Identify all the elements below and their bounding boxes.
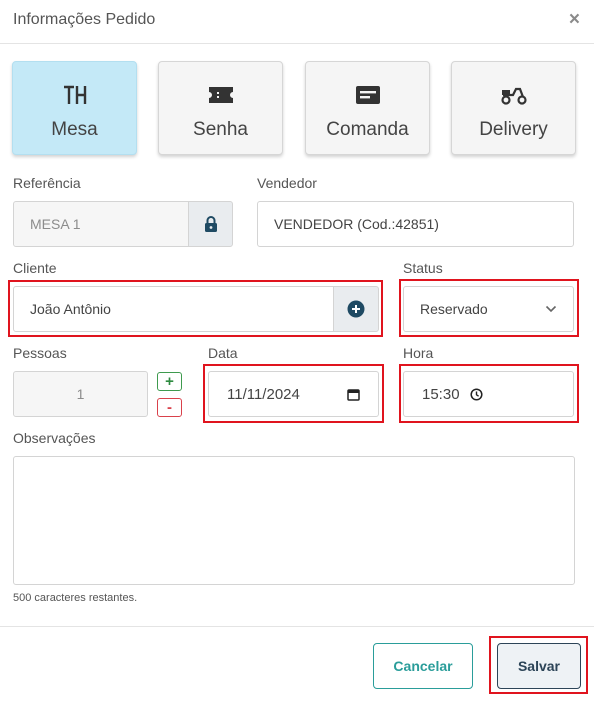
vendedor-value: VENDEDOR (Cod.:42851) bbox=[274, 216, 439, 232]
observacoes-label: Observações bbox=[13, 430, 96, 446]
data-label: Data bbox=[208, 345, 238, 361]
vendedor-label: Vendedor bbox=[257, 175, 317, 191]
plus-circle-icon bbox=[347, 300, 365, 318]
pessoas-label: Pessoas bbox=[13, 345, 67, 361]
status-label: Status bbox=[403, 260, 443, 276]
referencia-label: Referência bbox=[13, 175, 81, 191]
cliente-field[interactable]: João Antônio bbox=[13, 286, 334, 332]
lock-button[interactable] bbox=[188, 201, 233, 247]
dialog-header: Informações Pedido × bbox=[0, 0, 594, 44]
referencia-value: MESA 1 bbox=[30, 216, 81, 232]
status-value: Reservado bbox=[420, 301, 488, 317]
card-icon bbox=[306, 82, 429, 108]
hora-field[interactable]: 15:30 bbox=[403, 371, 574, 417]
vendedor-field[interactable]: VENDEDOR (Cod.:42851) bbox=[257, 201, 574, 247]
add-cliente-button[interactable] bbox=[333, 286, 379, 332]
type-card-mesa[interactable]: Mesa bbox=[12, 61, 137, 155]
type-card-comanda[interactable]: Comanda bbox=[305, 61, 430, 155]
pessoas-value: 1 bbox=[76, 386, 85, 402]
type-card-delivery[interactable]: Delivery bbox=[451, 61, 576, 155]
footer-divider bbox=[0, 626, 594, 627]
clock-icon[interactable] bbox=[469, 387, 483, 401]
pessoas-decrement-button[interactable]: - bbox=[157, 398, 182, 417]
close-icon[interactable]: × bbox=[569, 10, 580, 30]
cliente-value: João Antônio bbox=[30, 301, 111, 317]
referencia-field: MESA 1 bbox=[13, 201, 189, 247]
chevron-down-icon bbox=[545, 305, 557, 313]
type-card-label: Comanda bbox=[326, 119, 409, 140]
cancel-button[interactable]: Cancelar bbox=[373, 643, 473, 689]
type-card-label: Senha bbox=[193, 119, 248, 140]
lock-icon bbox=[204, 215, 217, 232]
table-icon bbox=[13, 82, 136, 108]
dialog-title: Informações Pedido bbox=[13, 11, 156, 28]
type-card-senha[interactable]: Senha bbox=[158, 61, 283, 155]
remaining-chars: 500 caracteres restantes. bbox=[13, 592, 138, 604]
data-field[interactable]: 11/11/2024 bbox=[208, 371, 379, 417]
hora-label: Hora bbox=[403, 345, 434, 361]
calendar-icon[interactable] bbox=[347, 388, 360, 401]
save-button[interactable]: Salvar bbox=[497, 643, 581, 689]
type-card-label: Delivery bbox=[479, 119, 548, 140]
type-card-label: Mesa bbox=[51, 119, 98, 140]
pessoas-field: 1 bbox=[13, 371, 148, 417]
data-value: 11/11/2024 bbox=[227, 385, 300, 403]
scooter-icon bbox=[452, 82, 575, 108]
observacoes-textarea[interactable] bbox=[13, 456, 575, 585]
pessoas-increment-button[interactable]: + bbox=[157, 372, 182, 391]
cliente-label: Cliente bbox=[13, 260, 57, 276]
status-select[interactable]: Reservado bbox=[403, 286, 574, 332]
hora-value: 15:30 bbox=[422, 385, 460, 403]
ticket-icon bbox=[159, 82, 282, 108]
